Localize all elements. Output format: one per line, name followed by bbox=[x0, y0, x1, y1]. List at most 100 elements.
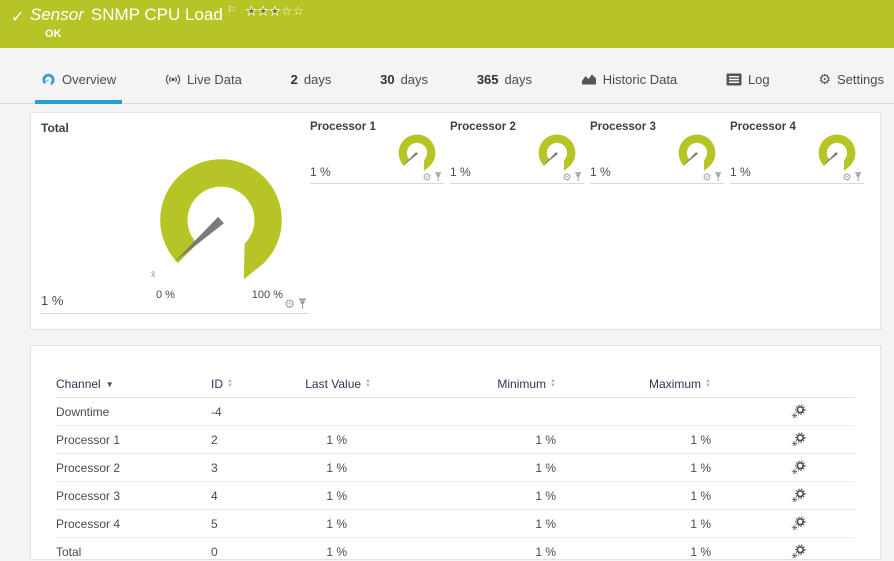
gauge-icon bbox=[41, 72, 56, 87]
channel-maximum: 1 % bbox=[556, 517, 711, 531]
flag-icon: ⚐ bbox=[227, 5, 236, 16]
channel-id: 2 bbox=[211, 433, 291, 447]
column-header-id-label: ID bbox=[211, 377, 223, 391]
column-header-channel[interactable]: Channel ▼ bbox=[56, 377, 211, 391]
column-header-id[interactable]: ID ▲▼ bbox=[211, 377, 291, 391]
table-row-processor-3[interactable]: Processor 3 4 1 % 1 % 1 % bbox=[56, 482, 855, 510]
sensor-title: SNMP CPU Load bbox=[91, 5, 223, 24]
tab-overview[interactable]: Overview bbox=[35, 58, 122, 104]
channel-name: Processor 2 bbox=[56, 461, 211, 475]
pin-icon[interactable] bbox=[714, 172, 722, 182]
channel-id: 3 bbox=[211, 461, 291, 475]
processor-3-value: 1 % bbox=[590, 165, 611, 179]
column-header-last-value[interactable]: Last Value ▲▼ bbox=[291, 377, 371, 391]
sensor-kind-label: Sensor bbox=[30, 5, 84, 24]
channel-settings-icon[interactable] bbox=[791, 544, 806, 559]
priority-stars[interactable]: ★★★☆☆ bbox=[246, 4, 305, 18]
sensor-status-badge: OK bbox=[45, 28, 62, 40]
tab-2-days-number: 2 bbox=[291, 72, 298, 87]
total-gauge-tile[interactable]: Total x̄ 0 % 100 % 1 % ⚙ bbox=[41, 121, 309, 314]
channel-maximum: 1 % bbox=[556, 489, 711, 503]
table-row-processor-2[interactable]: Processor 2 3 1 % 1 % 1 % bbox=[56, 454, 855, 482]
channel-name: Processor 3 bbox=[56, 489, 211, 503]
channel-settings-icon[interactable] bbox=[791, 432, 806, 447]
table-row-processor-1[interactable]: Processor 1 2 1 % 1 % 1 % bbox=[56, 426, 855, 454]
processor-2-value: 1 % bbox=[450, 165, 471, 179]
processor-4-title: Processor 4 bbox=[730, 121, 796, 133]
gear-icon[interactable]: ⚙ bbox=[563, 172, 572, 182]
star-empty-icons[interactable]: ☆☆ bbox=[281, 4, 305, 18]
tab-live-data[interactable]: Live Data bbox=[159, 58, 248, 104]
processor-4-value: 1 % bbox=[730, 165, 751, 179]
channel-settings-icon[interactable] bbox=[791, 460, 806, 475]
processor-3-gauge-tile[interactable]: Processor 3 1 % ⚙ bbox=[590, 121, 724, 184]
column-header-maximum[interactable]: Maximum ▲▼ bbox=[556, 377, 711, 391]
tab-30-days-number: 30 bbox=[380, 72, 394, 87]
tab-log-label: Log bbox=[748, 72, 770, 87]
processor-2-title: Processor 2 bbox=[450, 121, 516, 133]
pin-icon[interactable] bbox=[298, 298, 307, 310]
table-row-processor-4[interactable]: Processor 4 5 1 % 1 % 1 % bbox=[56, 510, 855, 538]
tab-365-days[interactable]: 365 days bbox=[471, 58, 538, 104]
area-chart-icon bbox=[581, 72, 597, 86]
tab-2-days[interactable]: 2 days bbox=[285, 58, 338, 104]
total-gauge bbox=[145, 141, 297, 293]
sort-icon[interactable]: ▲▼ bbox=[705, 379, 711, 389]
sort-desc-icon[interactable]: ▼ bbox=[106, 380, 114, 389]
tab-overview-label: Overview bbox=[62, 72, 116, 87]
channel-id: 5 bbox=[211, 517, 291, 531]
gear-icon[interactable]: ⚙ bbox=[843, 172, 852, 182]
channel-last-value: 1 % bbox=[291, 545, 371, 559]
tab-365-days-unit: days bbox=[505, 72, 532, 87]
gear-icon[interactable]: ⚙ bbox=[703, 172, 712, 182]
tab-365-days-number: 365 bbox=[477, 72, 499, 87]
channel-last-value: 1 % bbox=[291, 433, 371, 447]
channel-minimum: 1 % bbox=[371, 461, 556, 475]
channels-table-panel: Channel ▼ ID ▲▼ Last Value ▲▼ Minimum ▲▼ bbox=[30, 345, 881, 560]
gear-icon[interactable]: ⚙ bbox=[284, 298, 295, 310]
sort-icon[interactable]: ▲▼ bbox=[227, 379, 233, 389]
channel-name: Processor 4 bbox=[56, 517, 211, 531]
channel-settings-icon[interactable] bbox=[791, 516, 806, 531]
pin-icon[interactable] bbox=[434, 172, 442, 182]
channel-last-value: 1 % bbox=[291, 517, 371, 531]
sensor-page: ✓ SensorSNMP CPU Load⚐ ★★★☆☆ OK Overview… bbox=[0, 0, 894, 561]
processor-2-gauge-tile[interactable]: Processor 2 1 % ⚙ bbox=[450, 121, 584, 184]
column-header-channel-label: Channel bbox=[56, 377, 101, 391]
channel-last-value: 1 % bbox=[291, 489, 371, 503]
tab-historic-data[interactable]: Historic Data bbox=[575, 58, 683, 104]
gear-icon[interactable]: ⚙ bbox=[423, 172, 432, 182]
processor-4-gauge-tile[interactable]: Processor 4 1 % ⚙ bbox=[730, 121, 864, 184]
channel-settings-icon[interactable] bbox=[791, 488, 806, 503]
tab-settings[interactable]: ⚙ Settings bbox=[812, 58, 890, 104]
gear-icon: ⚙ bbox=[818, 72, 831, 86]
processor-3-title: Processor 3 bbox=[590, 121, 656, 133]
table-row-downtime[interactable]: Downtime -4 bbox=[56, 398, 855, 426]
total-gauge-value: 1 % bbox=[41, 293, 63, 308]
processor-3-gauge bbox=[674, 129, 720, 175]
gauge-max-label: 100 % bbox=[252, 289, 283, 301]
pin-icon[interactable] bbox=[854, 172, 862, 182]
column-header-minimum[interactable]: Minimum ▲▼ bbox=[371, 377, 556, 391]
gauge-min-label: 0 % bbox=[156, 289, 175, 301]
pin-icon[interactable] bbox=[574, 172, 582, 182]
processor-1-gauge-tile[interactable]: Processor 1 1 % ⚙ bbox=[310, 121, 444, 184]
tab-historic-data-label: Historic Data bbox=[603, 72, 677, 87]
total-gauge-title: Total bbox=[41, 121, 69, 135]
log-icon bbox=[726, 73, 742, 86]
table-row-total[interactable]: Total 0 1 % 1 % 1 % bbox=[56, 538, 855, 560]
broadcast-icon bbox=[165, 72, 181, 87]
sensor-title-line: Sensor SNMP CPU Load ⚐ bbox=[30, 5, 236, 25]
processor-1-value: 1 % bbox=[310, 165, 331, 179]
tab-bar: Overview Live Data 2 days 30 days 365 da… bbox=[0, 48, 894, 104]
channel-minimum: 1 % bbox=[371, 489, 556, 503]
channel-name: Total bbox=[56, 545, 211, 559]
star-filled-icons[interactable]: ★★★ bbox=[246, 4, 281, 18]
channel-minimum: 1 % bbox=[371, 545, 556, 559]
processor-1-title: Processor 1 bbox=[310, 121, 376, 133]
tab-settings-label: Settings bbox=[837, 72, 884, 87]
tab-log[interactable]: Log bbox=[720, 58, 776, 104]
column-header-last-value-label: Last Value bbox=[305, 377, 361, 391]
tab-30-days[interactable]: 30 days bbox=[374, 58, 434, 104]
channel-settings-icon[interactable] bbox=[791, 404, 806, 419]
